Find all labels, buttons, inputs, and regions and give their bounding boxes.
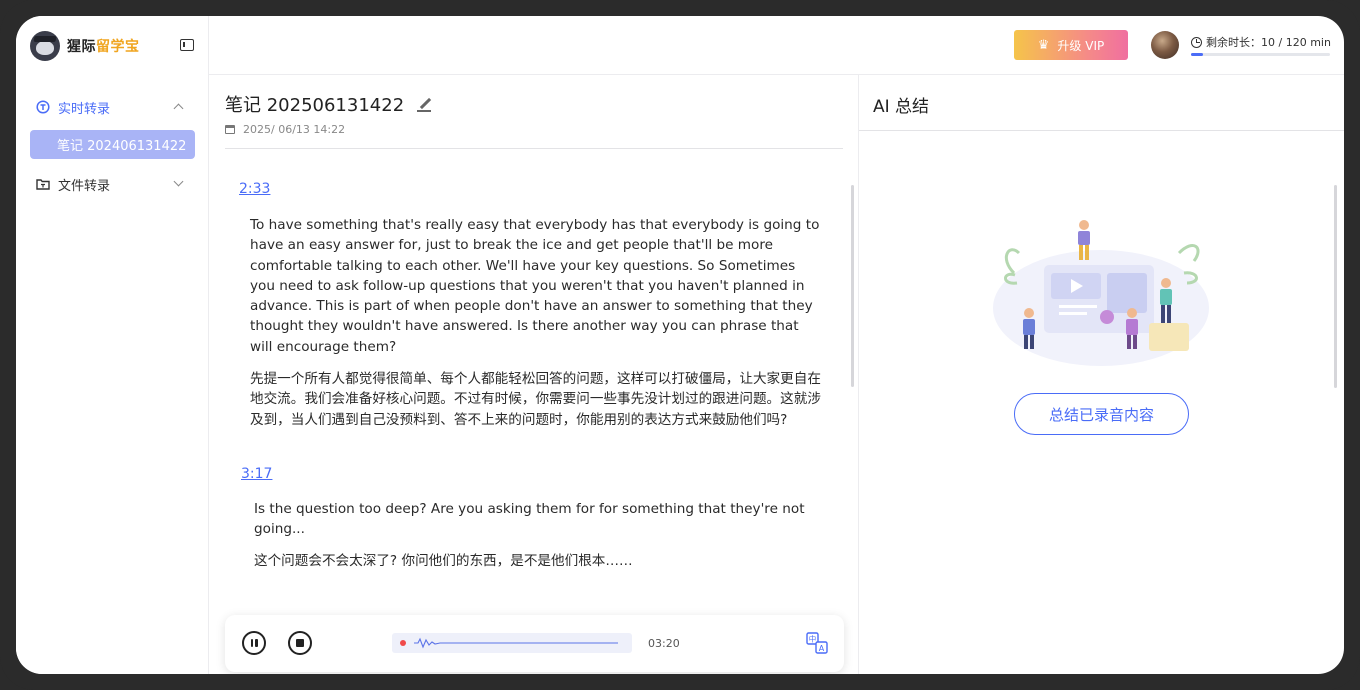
sidebar-item-label: 实时转录 [58, 101, 111, 117]
sidebar-toggle-icon[interactable] [180, 39, 194, 51]
remaining-time: 剩余时长： 10 / 120 min [1191, 34, 1331, 50]
sidebar: 猩际留学宝 实时转录 笔记 202406131422 文件转录 [16, 16, 209, 674]
upgrade-vip-button[interactable]: ♛ 升级 VIP [1014, 30, 1128, 60]
note-panel: 笔记 202506131422 2025/ 06/13 14:22 2:33 T… [209, 75, 859, 674]
remaining-time-value: 10 / 120 min [1261, 35, 1331, 49]
app-window: 猩际留学宝 实时转录 笔记 202406131422 文件转录 ♛ 升级 VIP… [16, 16, 1344, 674]
chevron-down-icon [173, 176, 184, 187]
ai-summary-title: AI 总结 [873, 97, 930, 117]
ai-summary-panel: AI 总结 总结已录音内容 [859, 75, 1344, 674]
note-title-text: 笔记 202506131422 [225, 95, 405, 116]
note-date: 2025/ 06/13 14:22 [225, 123, 345, 136]
avatar[interactable] [1151, 31, 1179, 59]
transcript-english: Is the question too deep? Are you asking… [254, 501, 805, 538]
sidebar-item-realtime[interactable]: 实时转录 [36, 95, 188, 119]
gorilla-logo-icon [30, 31, 60, 61]
vip-label: 升级 VIP [1057, 38, 1105, 53]
calendar-icon [225, 125, 235, 134]
sidebar-item-label: 文件转录 [58, 178, 111, 194]
note-date-text: 2025/ 06/13 14:22 [243, 123, 346, 136]
waveform [392, 633, 632, 653]
clock-icon [1191, 36, 1202, 48]
svg-text:中: 中 [809, 634, 817, 644]
realtime-transcribe-icon [36, 100, 50, 114]
stop-icon[interactable] [288, 631, 312, 655]
timestamp-link[interactable]: 3:17 [241, 466, 272, 482]
file-transcribe-icon [36, 177, 50, 191]
top-bar: ♛ 升级 VIP 剩余时长： 10 / 120 min [209, 16, 1344, 75]
summarize-recording-button[interactable]: 总结已录音内容 [1014, 393, 1189, 435]
remaining-time-bar [1191, 53, 1330, 56]
pause-icon[interactable] [242, 631, 266, 655]
brand-name-part1: 猩际 [67, 39, 96, 55]
timestamp-link[interactable]: 2:33 [239, 181, 270, 197]
sidebar-subitem-label: 笔记 202406131422 [57, 139, 187, 154]
sidebar-subitem-note[interactable]: 笔记 202406131422 [30, 130, 195, 159]
device-frame: 猩际留学宝 实时转录 笔记 202406131422 文件转录 ♛ 升级 VIP… [0, 0, 1360, 690]
waveform-line [414, 637, 618, 649]
transcript-chinese: 这个问题会不会太深了? 你问他们的东西，是不是他们根本…… [254, 553, 633, 569]
transcript-english: To have something that's really easy tha… [250, 217, 820, 355]
translate-icon[interactable]: 中 A [806, 632, 828, 654]
remaining-time-label: 剩余时长： [1206, 36, 1261, 49]
collaboration-illustration [993, 220, 1209, 366]
remaining-time-fill [1191, 53, 1203, 56]
transcript-chinese: 先提一个所有人都觉得很简单、每个人都能轻松回答的问题，这样可以打破僵局，让大家更… [250, 371, 821, 428]
summarize-button-label: 总结已录音内容 [1048, 405, 1154, 424]
brand: 猩际留学宝 [30, 31, 140, 61]
divider [859, 130, 1344, 131]
edit-pencil-icon[interactable] [416, 96, 432, 112]
svg-text:A: A [819, 644, 825, 653]
divider [225, 148, 843, 149]
scrollbar[interactable] [1334, 185, 1337, 388]
note-title: 笔记 202506131422 [225, 91, 432, 117]
chevron-up-icon [173, 103, 184, 114]
audio-player: 03:20 中 A [225, 615, 844, 672]
scrollbar[interactable] [851, 185, 854, 387]
brand-name-part2: 留学宝 [96, 39, 140, 55]
brand-name: 猩际留学宝 [67, 36, 140, 56]
sidebar-item-file[interactable]: 文件转录 [36, 172, 188, 196]
playback-time: 03:20 [648, 637, 680, 650]
crown-icon: ♛ [1037, 37, 1050, 53]
